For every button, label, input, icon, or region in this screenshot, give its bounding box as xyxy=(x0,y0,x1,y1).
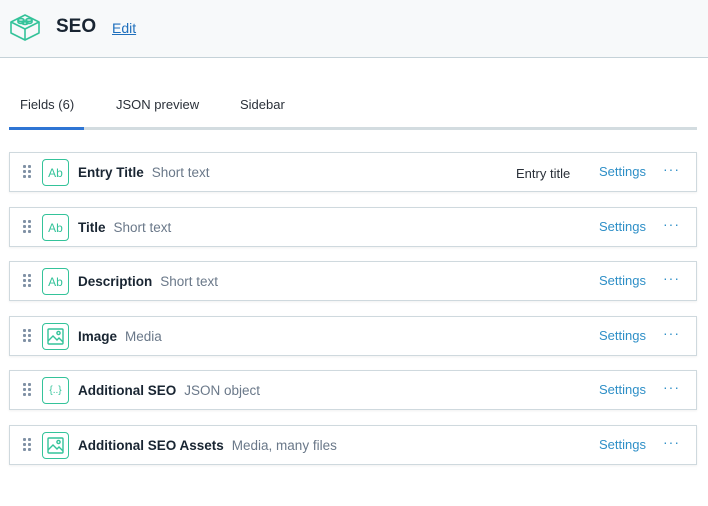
content-type-title: SEO xyxy=(56,16,97,37)
settings-button[interactable]: Settings xyxy=(599,437,646,452)
more-options-icon[interactable]: ··· xyxy=(663,161,680,177)
field-name: Title xyxy=(78,220,106,235)
tab-sidebar[interactable]: Sidebar xyxy=(240,97,285,112)
field-type: JSON object xyxy=(184,383,261,398)
active-tab-indicator xyxy=(9,127,84,130)
field-type: Short text xyxy=(113,220,172,235)
field-name: Entry Title xyxy=(78,165,144,180)
settings-button[interactable]: Settings xyxy=(599,219,646,234)
text-field-icon: Ab xyxy=(42,268,69,295)
page-header: SEO Edit xyxy=(0,0,708,58)
field-name: Additional SEO xyxy=(78,383,177,398)
more-options-icon[interactable]: ··· xyxy=(663,325,680,341)
text-field-icon: Ab xyxy=(42,214,69,241)
media-field-icon xyxy=(42,323,69,350)
drag-handle-icon[interactable] xyxy=(23,329,31,343)
edit-link[interactable]: Edit xyxy=(112,20,136,36)
more-options-icon[interactable]: ··· xyxy=(663,434,680,450)
settings-button[interactable]: Settings xyxy=(599,273,646,288)
field-type: Media, many files xyxy=(231,438,337,453)
json-field-icon: {..} xyxy=(42,377,69,404)
field-name: Image xyxy=(78,329,118,344)
field-row-title[interactable]: Ab Title Short text Settings ··· xyxy=(9,207,697,247)
text-field-icon: Ab xyxy=(42,159,69,186)
field-row-entry-title[interactable]: Ab Entry Title Short text Entry title Set… xyxy=(9,152,697,192)
drag-handle-icon[interactable] xyxy=(23,165,31,179)
tab-bar: Fields (6) JSON preview Sidebar xyxy=(9,84,697,130)
drag-handle-icon[interactable] xyxy=(23,383,31,397)
field-row-additional-seo-assets[interactable]: Additional SEO Assets Media, many files S… xyxy=(9,425,697,465)
media-field-icon xyxy=(42,432,69,459)
field-row-image[interactable]: Image Media Settings ··· xyxy=(9,316,697,356)
entry-title-badge: Entry title xyxy=(516,166,571,181)
more-options-icon[interactable]: ··· xyxy=(663,270,680,286)
field-type: Media xyxy=(125,329,162,344)
tab-json-preview[interactable]: JSON preview xyxy=(116,97,199,112)
drag-handle-icon[interactable] xyxy=(23,438,31,452)
settings-button[interactable]: Settings xyxy=(599,164,646,179)
more-options-icon[interactable]: ··· xyxy=(663,216,680,232)
drag-handle-icon[interactable] xyxy=(23,220,31,234)
settings-button[interactable]: Settings xyxy=(599,382,646,397)
settings-button[interactable]: Settings xyxy=(599,328,646,343)
content-type-block-icon xyxy=(10,14,40,41)
field-row-additional-seo[interactable]: {..} Additional SEO JSON object Settings … xyxy=(9,370,697,410)
more-options-icon[interactable]: ··· xyxy=(663,379,680,395)
field-type: Short text xyxy=(151,165,210,180)
tab-fields[interactable]: Fields (6) xyxy=(20,97,74,112)
field-name: Additional SEO Assets xyxy=(78,438,224,453)
field-row-description[interactable]: Ab Description Short text Settings ··· xyxy=(9,261,697,301)
field-type: Short text xyxy=(160,274,219,289)
drag-handle-icon[interactable] xyxy=(23,274,31,288)
field-name: Description xyxy=(78,274,153,289)
